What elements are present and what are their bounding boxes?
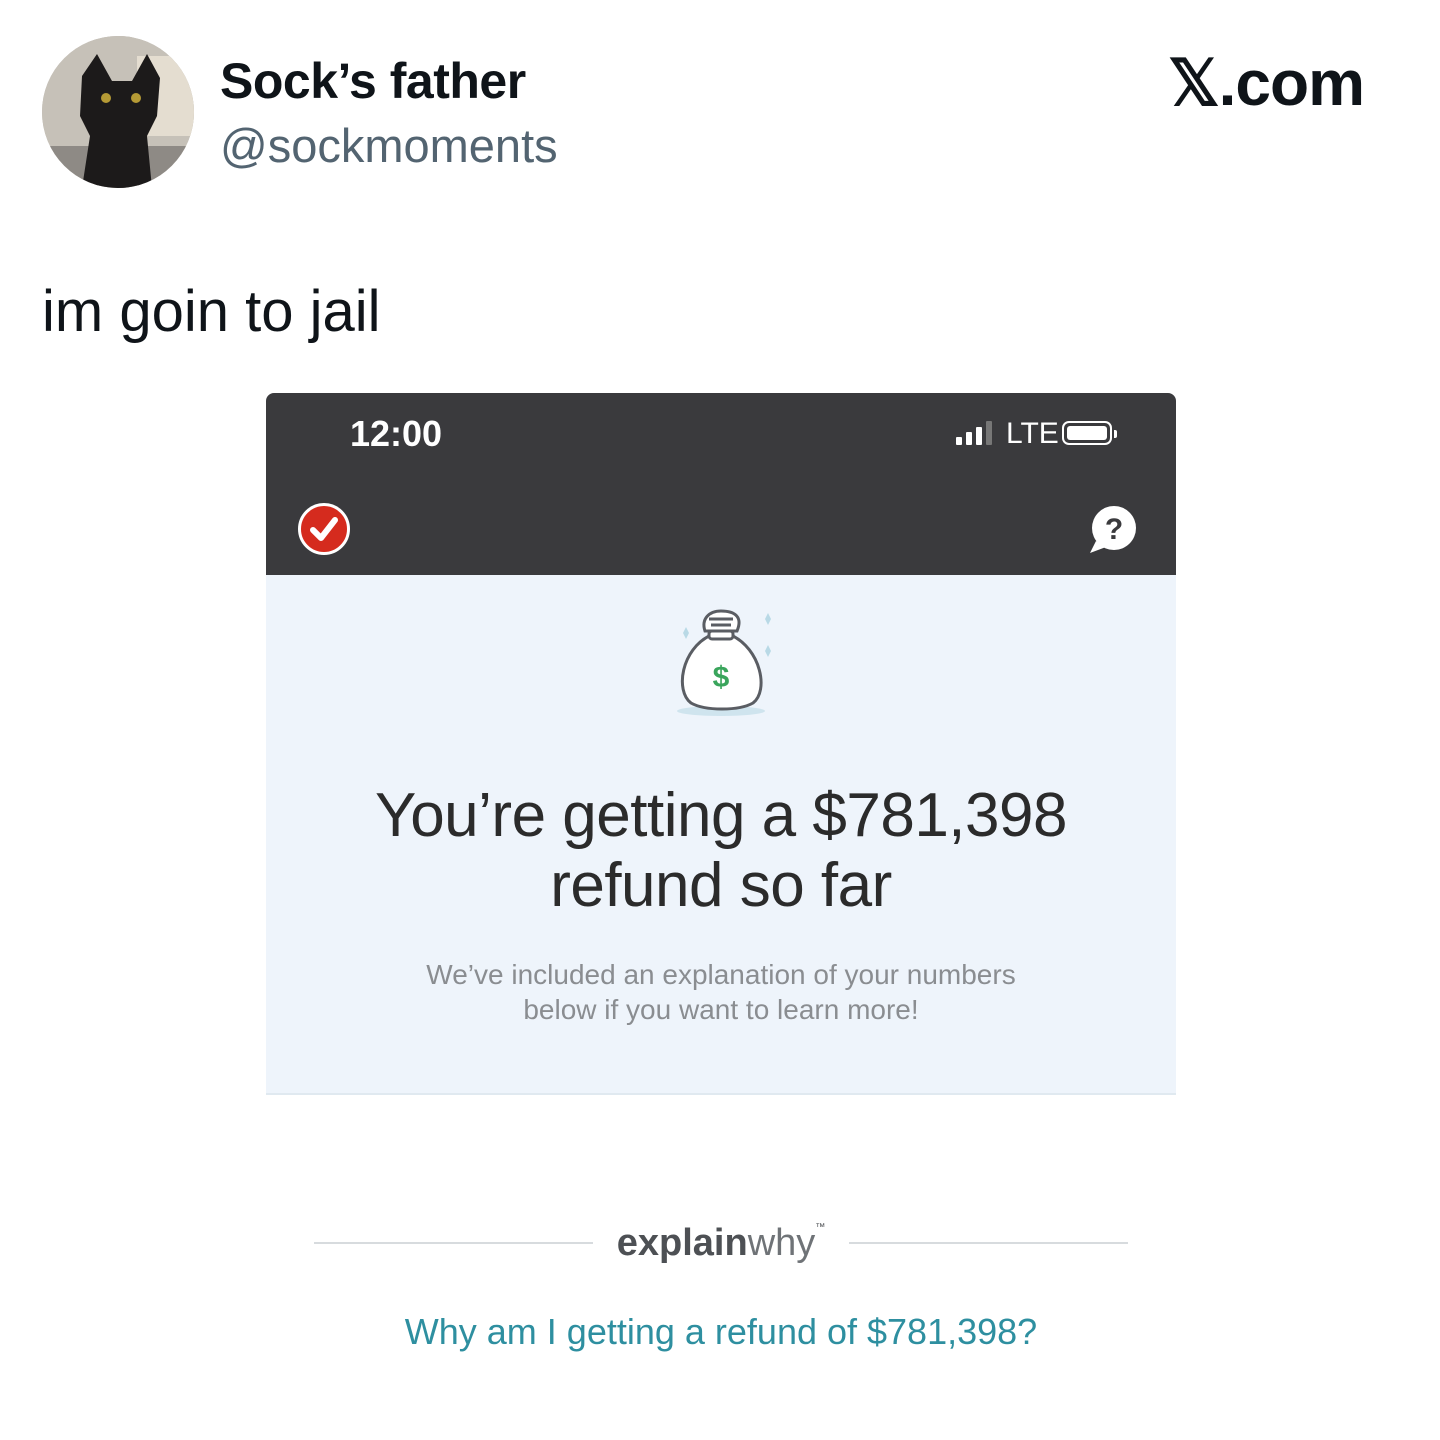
avatar[interactable] <box>42 36 194 188</box>
tweet-text: im goin to jail <box>42 279 381 344</box>
battery-icon <box>1062 421 1117 445</box>
site-brand: 𝕏.com <box>1168 47 1365 119</box>
divider-right <box>849 1242 1128 1244</box>
money-bag-icon: $ <box>677 609 771 716</box>
trademark: ™ <box>815 1221 826 1233</box>
headline-line-2: refund so far <box>550 851 892 920</box>
refund-subtext: We’ve included an explanation of your nu… <box>266 957 1176 1027</box>
svg-text:$: $ <box>713 661 730 694</box>
subtext-line-2: below if you want to learn more! <box>523 994 919 1025</box>
svg-text:?: ? <box>1105 513 1123 546</box>
app-header: 12:00 LTE ? <box>266 393 1176 575</box>
refund-summary: $ You’re getting a $781,398 refund so fa… <box>266 575 1176 1095</box>
user-handle[interactable]: @sockmoments <box>220 118 558 173</box>
network-type: LTE <box>1006 417 1059 450</box>
cell-signal-icon <box>956 421 992 445</box>
question-speech-bubble-icon[interactable]: ? <box>1086 503 1140 557</box>
headline-line-1: You’re getting a $781,398 <box>375 781 1067 850</box>
explain-light: why <box>747 1221 816 1264</box>
explain-bold: explain <box>616 1221 748 1264</box>
red-check-circle-icon[interactable] <box>298 503 350 555</box>
cat-avatar-icon <box>42 36 194 188</box>
attached-screenshot[interactable]: 12:00 LTE ? $ You’re getting a $781,398 … <box>266 393 1176 1440</box>
divider-left <box>314 1242 593 1244</box>
status-time: 12:00 <box>350 413 443 454</box>
why-refund-link[interactable]: Why am I getting a refund of $781,398? <box>266 1311 1176 1353</box>
explainwhy-divider: explainwhy™ <box>314 1222 1128 1265</box>
display-name[interactable]: Sock’s father <box>220 52 526 110</box>
explainwhy-logo: explainwhy™ <box>593 1222 850 1265</box>
subtext-line-1: We’ve included an explanation of your nu… <box>426 959 1016 990</box>
refund-headline: You’re getting a $781,398 refund so far <box>266 781 1176 921</box>
